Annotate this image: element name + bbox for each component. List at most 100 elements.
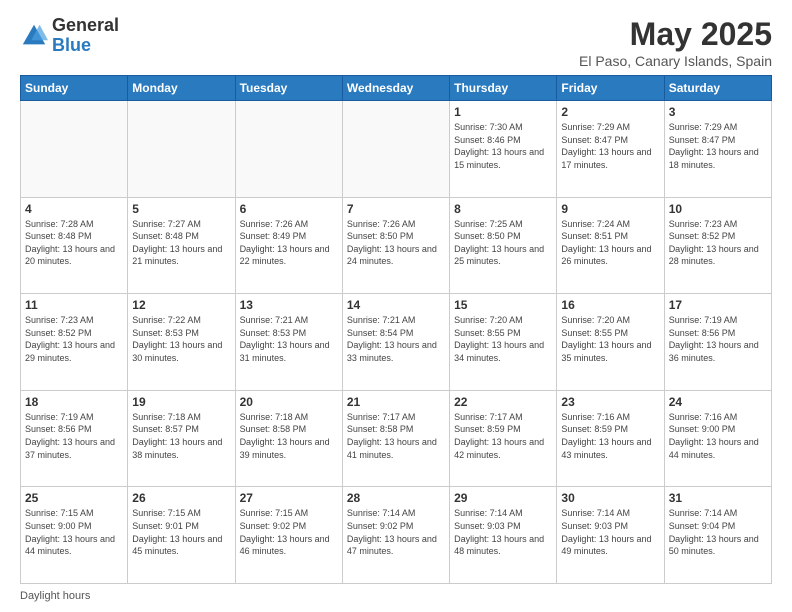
day-info: Sunrise: 7:21 AM Sunset: 8:54 PM Dayligh…: [347, 314, 445, 364]
calendar-cell: 24Sunrise: 7:16 AM Sunset: 9:00 PM Dayli…: [664, 390, 771, 487]
day-info: Sunrise: 7:15 AM Sunset: 9:00 PM Dayligh…: [25, 507, 123, 557]
day-info: Sunrise: 7:24 AM Sunset: 8:51 PM Dayligh…: [561, 218, 659, 268]
calendar-cell: 5Sunrise: 7:27 AM Sunset: 8:48 PM Daylig…: [128, 197, 235, 294]
day-number: 16: [561, 298, 659, 312]
day-info: Sunrise: 7:18 AM Sunset: 8:57 PM Dayligh…: [132, 411, 230, 461]
calendar-header-saturday: Saturday: [664, 76, 771, 101]
day-info: Sunrise: 7:14 AM Sunset: 9:04 PM Dayligh…: [669, 507, 767, 557]
calendar-cell: 12 Sunrise: 7:22 AM Sunset: 8:53 PM Dayli…: [128, 294, 235, 391]
day-number: 1: [454, 105, 552, 119]
day-info: Sunrise: 7:21 AM Sunset: 8:53 PM Dayligh…: [240, 314, 338, 364]
calendar-cell: 29 Sunrise: 7:14 AM Sunset: 9:03 PM Dayli…: [450, 487, 557, 584]
calendar-header-thursday: Thursday: [450, 76, 557, 101]
logo-general: General: [52, 16, 119, 36]
calendar-cell: 25 Sunrise: 7:15 AM Sunset: 9:00 PM Dayli…: [21, 487, 128, 584]
header: General Blue May 2025 El Paso, Canary Is…: [20, 16, 772, 69]
day-info: Sunrise: 7:23 AM Sunset: 8:52 PM Dayligh…: [669, 218, 767, 268]
day-number: 23: [561, 395, 659, 409]
day-number: 20: [240, 395, 338, 409]
day-info: Sunrise: 7:15 AM Sunset: 9:01 PM Dayligh…: [132, 507, 230, 557]
day-number: 9: [561, 202, 659, 216]
day-number: 5: [132, 202, 230, 216]
day-number: 24: [669, 395, 767, 409]
day-info: Sunrise: 7:25 AM Sunset: 8:50 PM Dayligh…: [454, 218, 552, 268]
day-number: 8: [454, 202, 552, 216]
day-number: 22: [454, 395, 552, 409]
calendar-header-monday: Monday: [128, 76, 235, 101]
day-info: Sunrise: 7:19 AM Sunset: 8:56 PM Dayligh…: [25, 411, 123, 461]
day-info: Sunrise: 7:26 AM Sunset: 8:49 PM Dayligh…: [240, 218, 338, 268]
logo-blue: Blue: [52, 36, 119, 56]
calendar-cell: 26Sunrise: 7:15 AM Sunset: 9:01 PM Dayli…: [128, 487, 235, 584]
day-info: Sunrise: 7:30 AM Sunset: 8:46 PM Dayligh…: [454, 121, 552, 171]
calendar-week-2: 11Sunrise: 7:23 AM Sunset: 8:52 PM Dayli…: [21, 294, 772, 391]
day-number: 27: [240, 491, 338, 505]
calendar-cell: 17Sunrise: 7:19 AM Sunset: 8:56 PM Dayli…: [664, 294, 771, 391]
day-number: 19: [132, 395, 230, 409]
calendar-header-sunday: Sunday: [21, 76, 128, 101]
footer-daylight: Daylight hours: [20, 590, 772, 602]
day-info: Sunrise: 7:18 AM Sunset: 8:58 PM Dayligh…: [240, 411, 338, 461]
day-info: Sunrise: 7:14 AM Sunset: 9:02 PM Dayligh…: [347, 507, 445, 557]
calendar-cell: 31 Sunrise: 7:14 AM Sunset: 9:04 PM Dayli…: [664, 487, 771, 584]
day-info: Sunrise: 7:16 AM Sunset: 8:59 PM Dayligh…: [561, 411, 659, 461]
day-number: 29: [454, 491, 552, 505]
calendar-week-0: 1 Sunrise: 7:30 AM Sunset: 8:46 PM Daylig…: [21, 101, 772, 198]
calendar-cell: [342, 101, 449, 198]
day-number: 17: [669, 298, 767, 312]
day-number: 13: [240, 298, 338, 312]
logo-icon: [20, 22, 48, 50]
day-info: Sunrise: 7:14 AM Sunset: 9:03 PM Dayligh…: [561, 507, 659, 557]
day-info: Sunrise: 7:28 AM Sunset: 8:48 PM Dayligh…: [25, 218, 123, 268]
day-number: 15: [454, 298, 552, 312]
logo-text: General Blue: [52, 16, 119, 56]
calendar-cell: 11Sunrise: 7:23 AM Sunset: 8:52 PM Dayli…: [21, 294, 128, 391]
calendar-cell: 15Sunrise: 7:20 AM Sunset: 8:55 PM Dayli…: [450, 294, 557, 391]
calendar-cell: [235, 101, 342, 198]
day-number: 18: [25, 395, 123, 409]
title-block: May 2025 El Paso, Canary Islands, Spain: [579, 16, 772, 69]
day-number: 10: [669, 202, 767, 216]
day-number: 3: [669, 105, 767, 119]
day-number: 31: [669, 491, 767, 505]
month-title: May 2025: [579, 16, 772, 53]
day-info: Sunrise: 7:22 AM Sunset: 8:53 PM Dayligh…: [132, 314, 230, 364]
day-number: 7: [347, 202, 445, 216]
day-info: Sunrise: 7:17 AM Sunset: 8:58 PM Dayligh…: [347, 411, 445, 461]
day-number: 4: [25, 202, 123, 216]
day-info: Sunrise: 7:15 AM Sunset: 9:02 PM Dayligh…: [240, 507, 338, 557]
day-info: Sunrise: 7:29 AM Sunset: 8:47 PM Dayligh…: [669, 121, 767, 171]
calendar-cell: [128, 101, 235, 198]
calendar-cell: 8 Sunrise: 7:25 AM Sunset: 8:50 PM Daylig…: [450, 197, 557, 294]
day-info: Sunrise: 7:20 AM Sunset: 8:55 PM Dayligh…: [561, 314, 659, 364]
calendar-week-1: 4 Sunrise: 7:28 AM Sunset: 8:48 PM Daylig…: [21, 197, 772, 294]
calendar-cell: 22 Sunrise: 7:17 AM Sunset: 8:59 PM Dayli…: [450, 390, 557, 487]
day-info: Sunrise: 7:17 AM Sunset: 8:59 PM Dayligh…: [454, 411, 552, 461]
day-number: 28: [347, 491, 445, 505]
calendar-cell: 2Sunrise: 7:29 AM Sunset: 8:47 PM Daylig…: [557, 101, 664, 198]
location: El Paso, Canary Islands, Spain: [579, 53, 772, 69]
day-number: 14: [347, 298, 445, 312]
calendar-table: SundayMondayTuesdayWednesdayThursdayFrid…: [20, 75, 772, 584]
calendar-header-wednesday: Wednesday: [342, 76, 449, 101]
calendar-cell: 19 Sunrise: 7:18 AM Sunset: 8:57 PM Dayli…: [128, 390, 235, 487]
day-info: Sunrise: 7:26 AM Sunset: 8:50 PM Dayligh…: [347, 218, 445, 268]
day-number: 21: [347, 395, 445, 409]
calendar-cell: 18 Sunrise: 7:19 AM Sunset: 8:56 PM Dayli…: [21, 390, 128, 487]
calendar-cell: 23 Sunrise: 7:16 AM Sunset: 8:59 PM Dayli…: [557, 390, 664, 487]
day-number: 12: [132, 298, 230, 312]
calendar-header-row: SundayMondayTuesdayWednesdayThursdayFrid…: [21, 76, 772, 101]
calendar-cell: 4 Sunrise: 7:28 AM Sunset: 8:48 PM Daylig…: [21, 197, 128, 294]
day-number: 25: [25, 491, 123, 505]
day-number: 2: [561, 105, 659, 119]
calendar-cell: 3 Sunrise: 7:29 AM Sunset: 8:47 PM Daylig…: [664, 101, 771, 198]
calendar-cell: 16 Sunrise: 7:20 AM Sunset: 8:55 PM Dayli…: [557, 294, 664, 391]
day-info: Sunrise: 7:23 AM Sunset: 8:52 PM Dayligh…: [25, 314, 123, 364]
calendar-header-tuesday: Tuesday: [235, 76, 342, 101]
calendar-cell: 27 Sunrise: 7:15 AM Sunset: 9:02 PM Dayli…: [235, 487, 342, 584]
calendar-cell: 10 Sunrise: 7:23 AM Sunset: 8:52 PM Dayli…: [664, 197, 771, 294]
calendar-cell: 6Sunrise: 7:26 AM Sunset: 8:49 PM Daylig…: [235, 197, 342, 294]
calendar-cell: 14 Sunrise: 7:21 AM Sunset: 8:54 PM Dayli…: [342, 294, 449, 391]
calendar-cell: 9 Sunrise: 7:24 AM Sunset: 8:51 PM Daylig…: [557, 197, 664, 294]
day-info: Sunrise: 7:14 AM Sunset: 9:03 PM Dayligh…: [454, 507, 552, 557]
